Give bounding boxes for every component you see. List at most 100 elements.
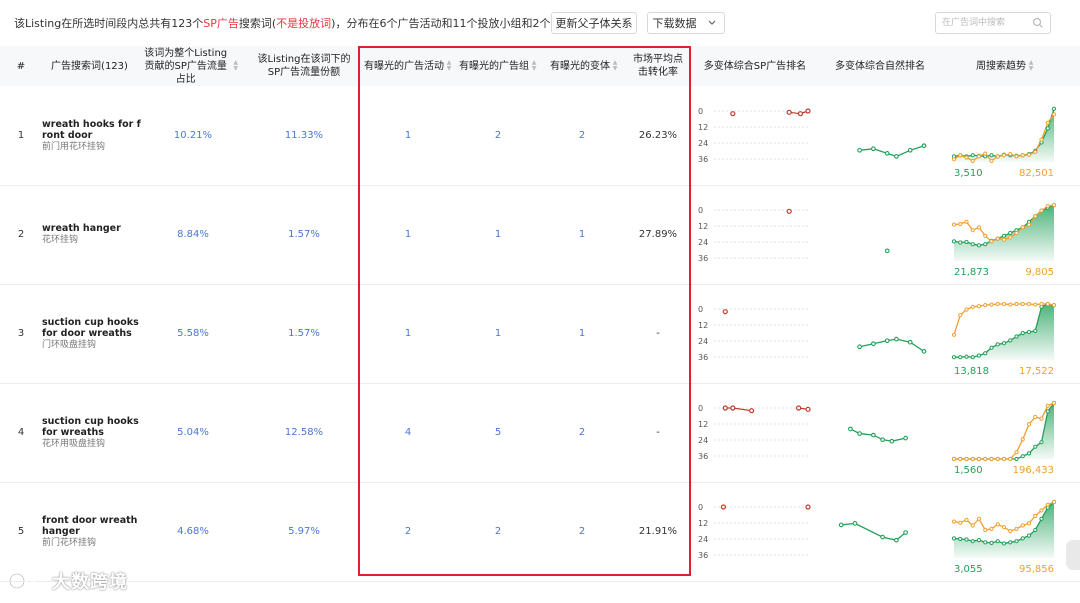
trend-left-value: 3,510 xyxy=(954,168,983,179)
rank-tick-label: 36 xyxy=(698,551,708,560)
trend-orange-point xyxy=(995,522,1000,527)
trend-orange-point xyxy=(983,151,988,156)
trend-orange-point xyxy=(964,155,969,160)
sp-traffic-portion-value[interactable]: 12.58% xyxy=(256,383,352,482)
trend-orange-point xyxy=(1051,202,1057,208)
col-weekly-trend[interactable]: 周搜索趋势 ▲ ▼ xyxy=(950,46,1060,86)
organic-rank-point xyxy=(871,341,876,347)
organic-rank-point xyxy=(880,437,885,443)
row-index: 2 xyxy=(17,229,25,240)
trend-orange-point xyxy=(1020,437,1025,442)
trend-green-point xyxy=(976,243,982,248)
trend-orange-point xyxy=(995,154,1000,159)
organic-rank-line xyxy=(859,145,925,158)
organic-rank-point xyxy=(848,426,853,432)
trend-green-point xyxy=(970,539,975,544)
trend-orange-point xyxy=(970,456,975,462)
rank-tick-label: 12 xyxy=(698,519,708,528)
sp-traffic-share-value[interactable]: 8.84% xyxy=(140,185,246,284)
organic-rank-point xyxy=(921,349,927,354)
trend-orange-point xyxy=(1026,521,1032,526)
trend-orange-point xyxy=(958,520,963,525)
col-sp-traffic-portion[interactable]: 该Listing在该词下的SP广告流量份额 xyxy=(256,46,352,86)
col-sp-traffic-share[interactable]: 该词为整个Listing贡献的SP广告流量占比 ▲ ▼ xyxy=(140,46,238,86)
trend-orange-point xyxy=(1051,303,1057,308)
sp-traffic-share-value[interactable]: 5.04% xyxy=(140,383,246,482)
trend-orange-point xyxy=(989,526,994,531)
trend-orange-point xyxy=(952,222,957,227)
trend-orange-point xyxy=(976,225,982,230)
organic-rank-chart xyxy=(857,336,927,354)
sort-icon[interactable]: ▲ ▼ xyxy=(233,60,238,72)
trend-green-point xyxy=(1033,444,1038,449)
rank-tick-label: 36 xyxy=(698,254,708,263)
keyword-cell[interactable]: suction cup hooks for wreaths 花环用吸盘挂钩 xyxy=(42,383,142,482)
row-index: 4 xyxy=(17,427,25,438)
trend-green-point xyxy=(1020,331,1025,336)
trend-orange-point xyxy=(1008,456,1013,462)
keyword-cell[interactable]: wreath hooks for front door 前门用花环挂钩 xyxy=(42,86,142,185)
trend-orange-point xyxy=(1008,302,1013,307)
sp-traffic-share-value[interactable]: 4.68% xyxy=(140,482,246,581)
trend-green-point xyxy=(1014,456,1019,462)
trend-orange-point xyxy=(1026,152,1032,157)
trend-orange-point xyxy=(1039,416,1044,421)
keyword-cn: 前门花环挂钩 xyxy=(42,537,97,548)
scroll-handle[interactable] xyxy=(1066,540,1080,570)
keyword-cn: 前门用花环挂钩 xyxy=(42,141,106,152)
keyword-en: front door wreath hanger xyxy=(42,514,138,537)
sp-traffic-portion-value[interactable]: 1.57% xyxy=(256,284,352,383)
trend-orange-point xyxy=(970,304,975,309)
keyword-cell[interactable]: suction cup hooks for door wreaths 门环吸盘挂钩 xyxy=(42,284,142,383)
trend-orange-point xyxy=(1008,235,1013,240)
trend-orange-point xyxy=(1051,112,1057,117)
trend-green-area xyxy=(954,304,1054,360)
rank-tick-label: 36 xyxy=(698,452,708,461)
col-index: # xyxy=(16,60,26,72)
trend-orange-point xyxy=(983,456,988,462)
trend-orange-point xyxy=(1033,302,1038,307)
trend-green-point xyxy=(1033,527,1038,533)
trend-right-value: 95,856 xyxy=(1019,564,1054,575)
trend-orange-point xyxy=(958,153,963,158)
keyword-cell[interactable]: front door wreath hanger 前门花环挂钩 xyxy=(42,482,142,581)
trend-orange-point xyxy=(970,158,975,163)
sp-traffic-portion-value[interactable]: 11.33% xyxy=(256,86,352,185)
rank-tick-label: 24 xyxy=(698,535,708,544)
trend-green-point xyxy=(1039,516,1044,521)
trend-green-point xyxy=(958,355,963,360)
trend-orange-point xyxy=(1045,301,1050,307)
trend-orange-point xyxy=(976,304,982,309)
trend-orange-point xyxy=(1045,204,1050,209)
keyword-search-input[interactable]: 在广告词中搜索 xyxy=(935,12,1051,34)
keyword-cell[interactable]: wreath hanger 花环挂钩 xyxy=(42,185,142,284)
trend-green-point xyxy=(1020,454,1025,459)
sp-traffic-share-value[interactable]: 5.58% xyxy=(140,284,246,383)
trend-orange-point xyxy=(970,228,975,233)
trend-green-point xyxy=(976,353,982,358)
rank-tick-label: 0 xyxy=(698,305,703,314)
col-keyword[interactable]: 广告搜索词(123) xyxy=(42,46,137,86)
sp-traffic-share-value[interactable]: 10.21% xyxy=(140,86,246,185)
sp-traffic-portion-value[interactable]: 5.97% xyxy=(256,482,352,581)
sp-traffic-portion-value[interactable]: 1.57% xyxy=(256,185,352,284)
rank-tick-label: 0 xyxy=(698,404,703,413)
weekly-trend-chart: 1,560 196,433 xyxy=(952,400,1057,476)
trend-green-point xyxy=(1020,536,1025,541)
organic-rank-point xyxy=(871,146,876,152)
summary-text: 该Listing在所选时间段内总共有123个SP广告搜索词(不是投放词)，分布在… xyxy=(14,17,573,30)
download-data-button[interactable]: 下载数据 xyxy=(647,12,702,34)
organic-rank-point xyxy=(921,143,927,149)
download-dropdown-button[interactable] xyxy=(701,12,725,34)
trend-orange-point xyxy=(952,456,957,462)
trend-orange-point xyxy=(989,158,994,163)
sort-icon[interactable]: ▲ ▼ xyxy=(1028,60,1034,72)
trend-orange-point xyxy=(1014,230,1019,236)
rank-tick-label: 12 xyxy=(698,420,708,429)
organic-rank-chart xyxy=(848,426,908,444)
organic-rank-point xyxy=(852,521,858,526)
update-parent-child-button[interactable]: 更新父子体关系 xyxy=(551,12,637,34)
sp-rank-point xyxy=(805,108,811,114)
organic-rank-point xyxy=(884,338,890,344)
trend-orange-point xyxy=(1045,502,1050,507)
